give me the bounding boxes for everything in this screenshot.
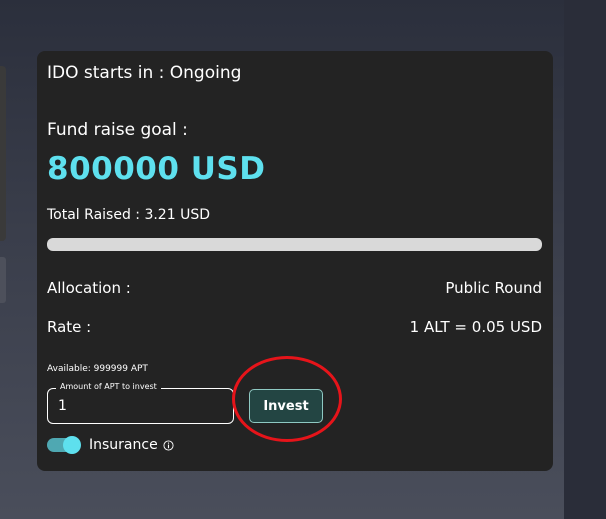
amount-field-label: Amount of APT to invest bbox=[56, 382, 161, 391]
rate-value: 1 ALT = 0.05 USD bbox=[409, 318, 542, 336]
background-strip bbox=[564, 0, 606, 519]
invest-button[interactable]: Invest bbox=[249, 389, 323, 423]
fund-raise-goal-value: 800000 USD bbox=[47, 151, 266, 187]
amount-input[interactable] bbox=[58, 397, 218, 415]
insurance-row: Insurance bbox=[47, 435, 174, 455]
insurance-label: Insurance bbox=[89, 437, 158, 453]
raise-progress-bar bbox=[47, 238, 542, 251]
ido-card: IDO starts in : Ongoing Fund raise goal … bbox=[37, 51, 553, 471]
total-raised-text: Total Raised : 3.21 USD bbox=[47, 207, 210, 223]
rate-label: Rate : bbox=[47, 318, 92, 336]
allocation-label: Allocation : bbox=[47, 279, 131, 297]
allocation-value: Public Round bbox=[445, 279, 542, 297]
available-balance: Available: 999999 APT bbox=[47, 364, 148, 374]
ido-status-text: IDO starts in : Ongoing bbox=[47, 63, 242, 83]
amount-field: Amount of APT to invest bbox=[47, 382, 234, 424]
fund-raise-goal-label: Fund raise goal : bbox=[47, 120, 188, 140]
background-panel-edge bbox=[0, 66, 6, 241]
insurance-toggle[interactable] bbox=[47, 436, 81, 454]
info-icon[interactable] bbox=[163, 439, 174, 451]
toggle-knob bbox=[63, 436, 81, 454]
background-panel-edge bbox=[0, 257, 6, 303]
